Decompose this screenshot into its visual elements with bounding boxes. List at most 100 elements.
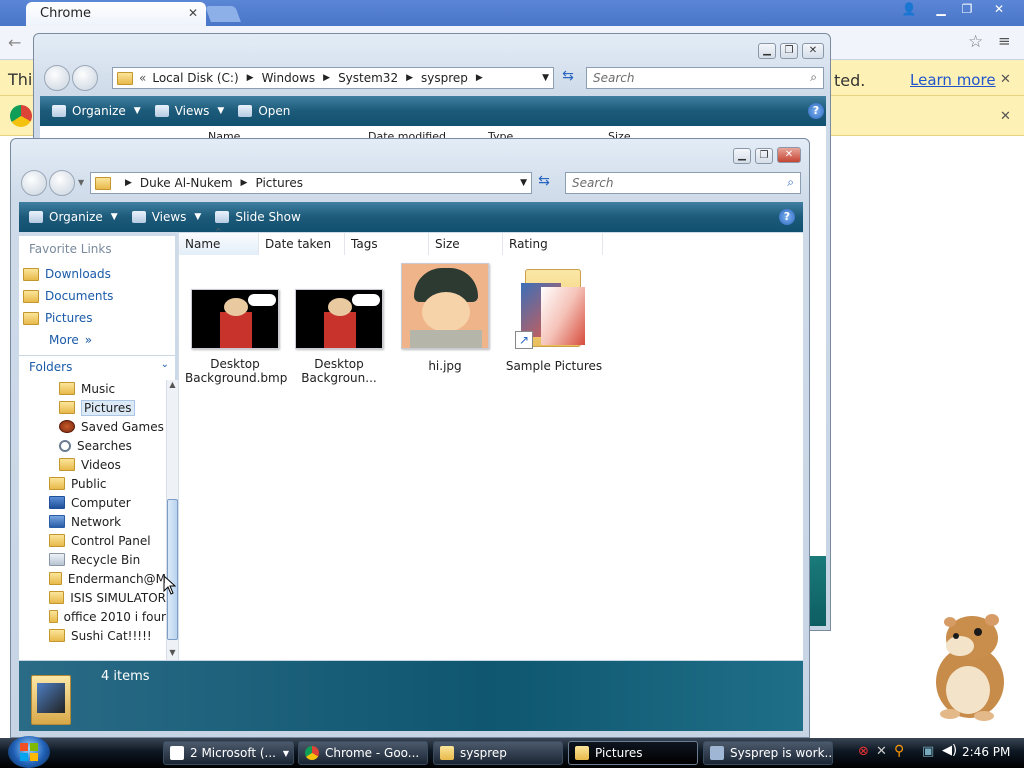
chrome-tab[interactable]: Chrome ✕ [26, 2, 206, 26]
hamster-mascot[interactable] [920, 612, 1012, 722]
refresh-icon[interactable]: ⇆ [534, 173, 554, 193]
help-icon[interactable]: ? [779, 209, 795, 225]
network-icon[interactable]: ▣ [922, 744, 934, 759]
forward-button[interactable] [49, 170, 75, 196]
address-bar[interactable]: « Local Disk (C:) ▶ Windows ▶ System32 ▶… [112, 67, 554, 89]
tree-scrollbar[interactable]: ▲ ▼ [166, 380, 178, 660]
tray-app-icon[interactable]: ✕ [876, 744, 887, 759]
file-item[interactable]: Desktop Backgroun... [289, 289, 389, 385]
star-icon[interactable]: ☆ [968, 32, 983, 52]
taskbar-button-pictures[interactable]: Pictures [568, 741, 698, 765]
close-button[interactable]: ✕ [777, 147, 801, 163]
clock[interactable]: 2:46 PM [962, 745, 1010, 759]
favorite-link-downloads[interactable]: Downloads [23, 265, 111, 283]
tree-item[interactable]: Saved Games [59, 417, 166, 436]
taskbar-button-sysprep-working[interactable]: Sysprep is work... [703, 741, 833, 765]
tree-item[interactable]: Computer [49, 493, 166, 512]
maximize-button[interactable]: ❐ [780, 43, 798, 59]
file-list: Name Date taken Tags Size Rating ^ Deskt… [178, 227, 803, 660]
more-links-button[interactable]: More» [49, 331, 92, 349]
tree-item[interactable]: Network [49, 512, 166, 531]
minimize-button[interactable]: ▁ [928, 0, 954, 18]
forward-button[interactable] [72, 65, 98, 91]
minimize-button[interactable]: ▁ [758, 43, 776, 59]
help-icon[interactable]: ? [808, 103, 824, 119]
close-button[interactable]: ✕ [984, 0, 1014, 18]
search-input[interactable]: Search ⌕ [586, 67, 824, 89]
slideshow-button[interactable]: Slide Show [215, 210, 301, 224]
menu-icon[interactable]: ≡ [998, 32, 1011, 50]
chevron-down-icon[interactable]: ⌄ [161, 359, 169, 370]
user-icon[interactable]: 👤 [896, 0, 922, 18]
tab-close-icon[interactable]: ✕ [188, 6, 198, 20]
file-item[interactable]: hi.jpg [395, 263, 495, 373]
address-bar[interactable]: ▶ Duke Al-Nukem ▶ Pictures ▼ [90, 172, 532, 194]
taskbar-button-chrome[interactable]: Chrome - Goo... [298, 741, 428, 765]
taskbar-button-microsoft[interactable]: 2 Microsoft (... ▼ [163, 741, 294, 765]
file-item[interactable]: Desktop Background.bmp [185, 289, 287, 385]
tree-item[interactable]: Searches [59, 436, 166, 455]
tree-item[interactable]: Public [49, 474, 166, 493]
learn-more-link[interactable]: Learn more [910, 71, 996, 89]
scroll-up-icon[interactable]: ▲ [167, 380, 178, 392]
tree-item-label: Control Panel [71, 533, 151, 548]
search-icon[interactable]: ⌕ [810, 70, 817, 85]
error-icon[interactable]: ⊗ [858, 744, 869, 759]
back-button[interactable] [21, 170, 47, 196]
tree-item-label: Recycle Bin [71, 552, 141, 567]
scroll-down-icon[interactable]: ▼ [167, 648, 178, 660]
tree-item[interactable]: Recycle Bin [49, 550, 166, 569]
views-button[interactable]: Views ▼ [131, 210, 201, 224]
breadcrumb-item[interactable]: Local Disk (C:) [152, 71, 238, 85]
minimize-button[interactable]: ▁ [733, 148, 751, 164]
breadcrumb-item[interactable]: System32 [338, 71, 398, 85]
close-button[interactable]: ✕ [802, 43, 824, 59]
restore-button[interactable]: ❐ [954, 0, 980, 18]
windows-start-icon[interactable] [8, 736, 50, 768]
folder-icon [29, 669, 75, 725]
column-tags[interactable]: Tags [345, 233, 429, 255]
chevron-down-icon[interactable]: ▼ [520, 178, 527, 188]
tree-item[interactable]: Pictures [59, 398, 166, 417]
favorite-link-pictures[interactable]: Pictures [23, 309, 93, 327]
views-button[interactable]: Views ▼ [154, 104, 224, 118]
volume-icon[interactable]: ◀) [942, 743, 957, 758]
breadcrumb-item[interactable]: Windows [262, 71, 316, 85]
file-item[interactable]: ↗ Sample Pictures [499, 265, 609, 373]
tree-item[interactable]: ISIS SIMULATOR [49, 588, 166, 607]
search-icon[interactable]: ⌕ [787, 175, 794, 190]
taskbar-button-sysprep[interactable]: sysprep [433, 741, 563, 765]
column-name[interactable]: Name [179, 233, 259, 255]
open-button[interactable]: Open [238, 104, 290, 118]
recent-pages-chevron-icon[interactable]: ▼ [78, 178, 84, 187]
organize-button[interactable]: Organize ▼ [29, 210, 118, 224]
new-tab-button[interactable] [205, 6, 241, 22]
back-button[interactable] [44, 65, 70, 91]
tree-item[interactable]: Sushi Cat!!!!! [49, 626, 166, 645]
scroll-thumb[interactable] [167, 499, 178, 640]
organize-button[interactable]: Organize ▼ [52, 104, 141, 118]
breadcrumb-item[interactable]: Pictures [255, 176, 303, 190]
command-bar: Organize ▼ Views ▼ Open ? [40, 96, 826, 126]
folders-header[interactable]: Folders ⌄ [19, 355, 175, 377]
infobar-close-icon[interactable]: ✕ [1000, 72, 1011, 87]
tree-item[interactable]: Videos [59, 455, 166, 474]
column-size[interactable]: Size [429, 233, 503, 255]
tree-item[interactable]: Music [59, 379, 166, 398]
breadcrumb-item[interactable]: sysprep [421, 71, 468, 85]
refresh-icon[interactable]: ⇆ [558, 68, 578, 88]
maximize-button[interactable]: ❐ [755, 148, 773, 164]
breadcrumb-item[interactable]: Duke Al-Nukem [140, 176, 233, 190]
back-arrow-icon[interactable]: ← [8, 33, 21, 52]
tree-item[interactable]: Control Panel [49, 531, 166, 550]
tree-item[interactable]: Endermanch@M [49, 569, 166, 588]
tree-item[interactable]: office 2010 i four [49, 607, 166, 626]
column-rating[interactable]: Rating [503, 233, 603, 255]
column-date-taken[interactable]: Date taken [259, 233, 345, 255]
favorite-link-documents[interactable]: Documents [23, 287, 113, 305]
infobar-close-icon[interactable]: ✕ [1000, 109, 1011, 124]
magnifier-icon[interactable]: ⚲ [894, 743, 904, 759]
chevron-down-icon[interactable]: ▼ [542, 73, 549, 83]
search-input[interactable]: Search ⌕ [565, 172, 801, 194]
tree-item-label: Public [71, 476, 107, 491]
